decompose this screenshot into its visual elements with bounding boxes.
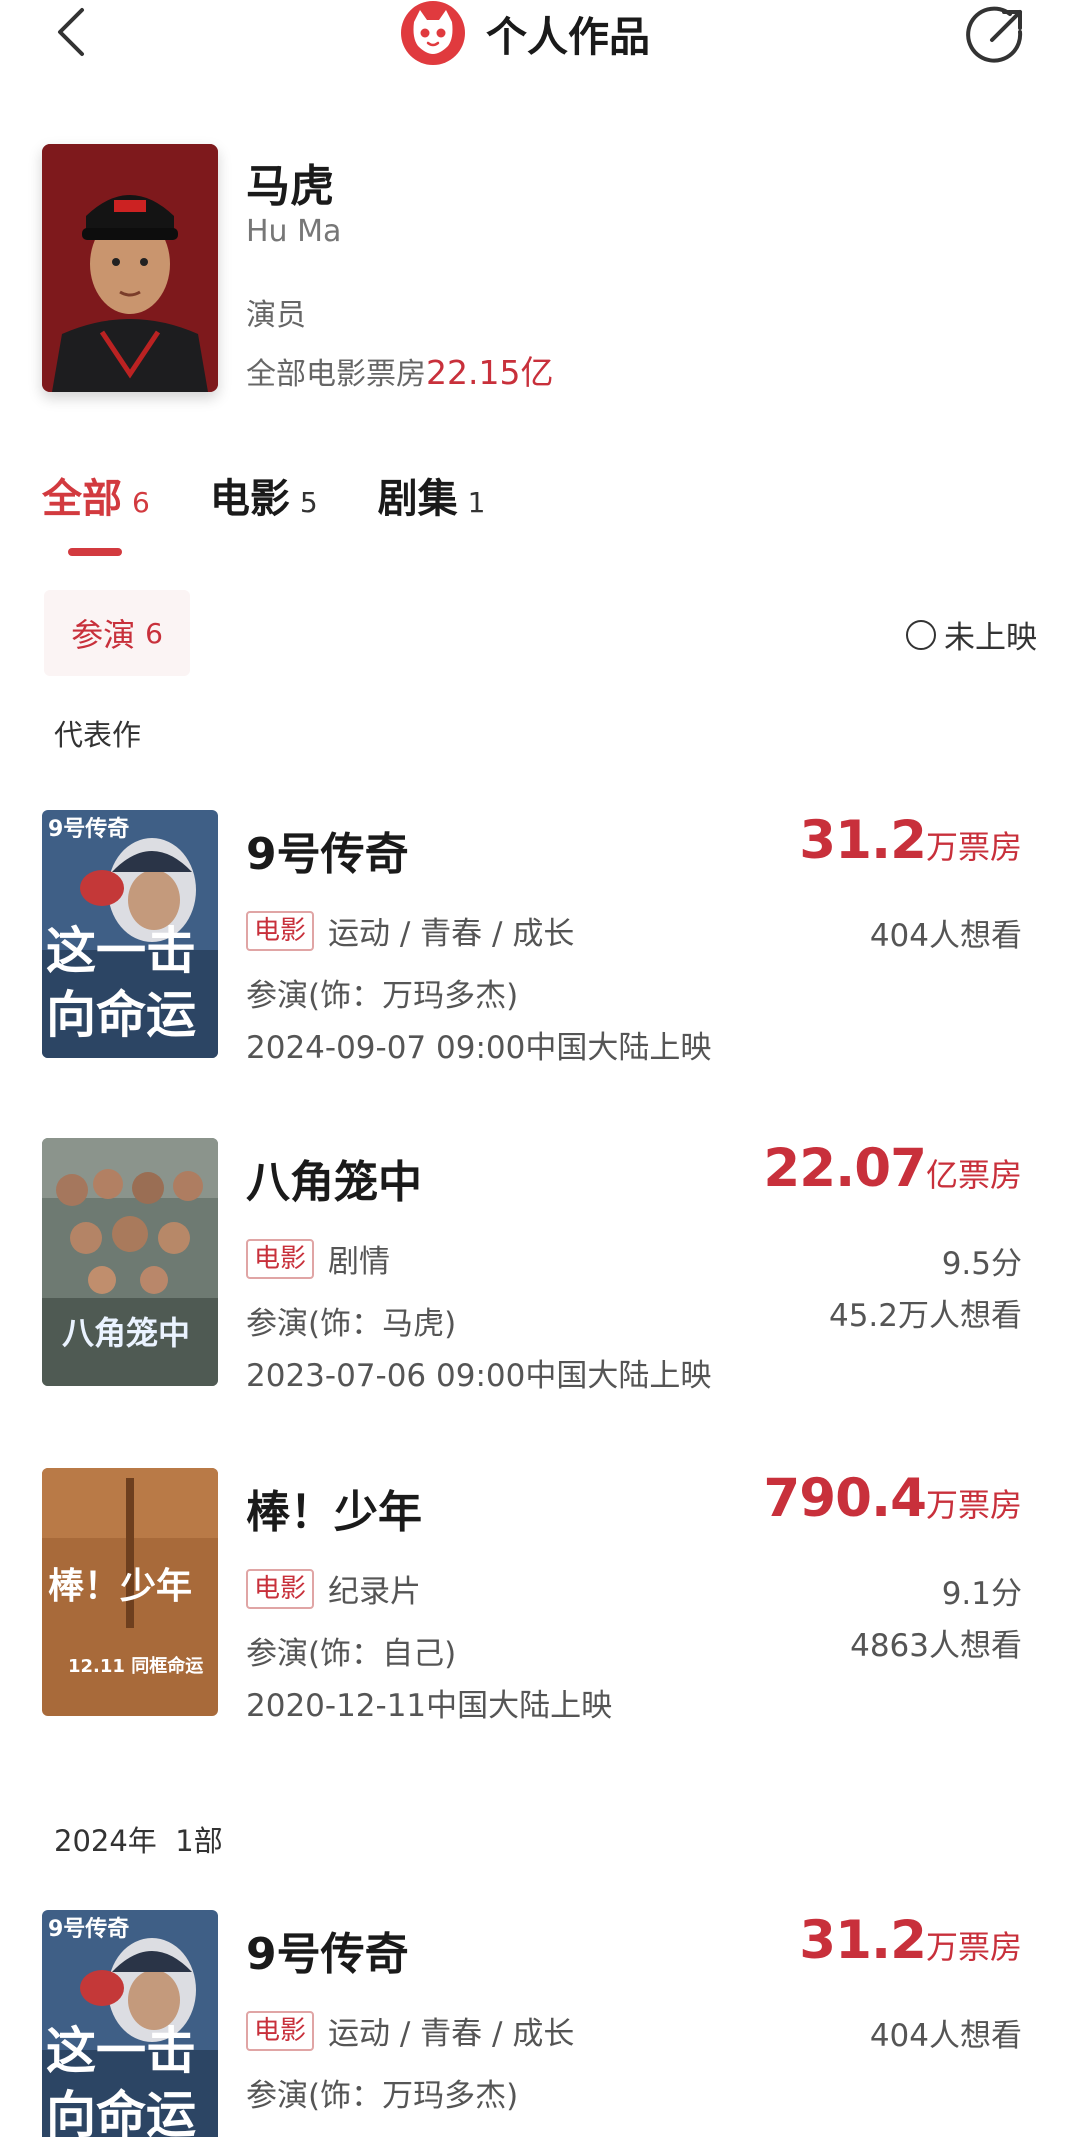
movie-meta: 电影 剧情	[246, 1236, 390, 1281]
actor-role: 演员	[246, 298, 306, 333]
tab-movies-count: 5	[299, 486, 318, 519]
poster-slogan-1: 这一击	[46, 2022, 196, 2080]
movie-release: 2020-12-11中国大陆上映	[246, 1688, 613, 1724]
unreleased-label: 未上映	[944, 620, 1037, 656]
tab-active-indicator	[68, 548, 122, 556]
poster-title-text: 八角笼中	[62, 1314, 190, 1352]
poster-title-text: 9号传奇	[48, 816, 129, 842]
tab-series[interactable]: 剧集 1	[378, 466, 486, 524]
movie-genre: 剧情	[328, 1244, 391, 1280]
movie-score: 9.1分	[941, 1576, 1022, 1612]
movie-meta: 电影 运动 / 青春 / 成长	[246, 2008, 574, 2053]
boxoffice-unit: 万票房	[925, 828, 1022, 866]
movie-role: 参演(饰：自己)	[246, 1636, 457, 1672]
avatar[interactable]	[42, 144, 218, 392]
movie-card[interactable]: 9号传奇 这一击 向命运 9号传奇 31.2 万票房 电影 运动 / 青春 / …	[0, 1910, 1080, 2137]
movie-meta: 电影 运动 / 青春 / 成长	[246, 908, 574, 953]
movie-stat-1: 404人想看	[869, 2018, 1022, 2054]
movie-boxoffice: 31.2 万票房	[799, 1910, 1022, 1971]
movie-wish-count: 4863人想看	[850, 1628, 1022, 1664]
movie-poster: 9号传奇 这一击 向命运	[42, 810, 218, 1058]
tab-series-count: 1	[467, 486, 486, 519]
movie-card[interactable]: 9号传奇 这一击 向命运 9号传奇 31.2 万票房 电影 运动 / 青春 / …	[0, 810, 1080, 1066]
movie-poster: 棒！少年 12.11 同框命运	[42, 1468, 218, 1716]
movie-role: 参演(饰：马虎)	[246, 1306, 457, 1342]
tab-all[interactable]: 全部 6	[42, 466, 150, 524]
unreleased-toggle[interactable]: 未上映	[906, 612, 1037, 657]
boxoffice-number: 790.4	[763, 1468, 927, 1529]
cat-logo-icon	[400, 0, 466, 66]
type-tag: 电影	[246, 2010, 315, 2051]
movie-poster: 八角笼中	[42, 1138, 218, 1386]
boxoffice-unit: 亿票房	[925, 1156, 1022, 1194]
actor-english-name: Hu Ma	[246, 214, 342, 249]
movie-boxoffice: 790.4 万票房	[763, 1468, 1022, 1529]
type-tag: 电影	[246, 1238, 315, 1279]
type-tag: 电影	[246, 1568, 315, 1609]
filter-chip-label: 参演	[71, 616, 136, 654]
movie-boxoffice: 22.07 亿票房	[763, 1138, 1022, 1199]
tab-series-label: 剧集	[377, 476, 458, 522]
poster-slogan-2: 向命运	[46, 2086, 196, 2137]
movie-title: 9号传奇	[246, 829, 409, 880]
tab-movies-label: 电影	[209, 476, 290, 522]
total-boxoffice-value: 22.15亿	[426, 353, 554, 392]
filter-chip-count: 6	[145, 616, 163, 650]
top-bar: 个人作品	[0, 0, 1080, 90]
movie-release: 2023-07-06 09:00中国大陆上映	[246, 1358, 712, 1394]
boxoffice-number: 31.2	[799, 810, 927, 871]
movie-meta: 电影 纪录片	[246, 1566, 421, 1611]
section-representative: 代表作	[54, 718, 142, 752]
movie-genre: 运动 / 青春 / 成长	[328, 916, 575, 952]
movie-release: 2024-09-07 09:00中国大陆上映	[246, 1030, 712, 1066]
movie-card[interactable]: 八角笼中 八角笼中 22.07 亿票房 电影 剧情 9.5分 45.2万人想看 …	[0, 1138, 1080, 1394]
poster-title-text: 棒！少年	[48, 1566, 192, 1607]
movie-title: 9号传奇	[246, 1929, 409, 1980]
tab-movies[interactable]: 电影 5	[210, 466, 318, 524]
tab-all-label: 全部	[42, 476, 122, 522]
movie-role: 参演(饰：万玛多杰)	[246, 978, 519, 1014]
total-boxoffice-label: 全部电影票房	[246, 357, 426, 392]
actor-name: 马虎	[246, 161, 334, 212]
boxoffice-number: 31.2	[799, 1910, 927, 1971]
works-tabs: 全部 6 电影 5 剧集 1	[42, 466, 545, 526]
boxoffice-unit: 万票房	[925, 1928, 1022, 1966]
movie-role: 参演(饰：万玛多杰)	[246, 2078, 519, 2114]
poster-slogan-2: 向命运	[46, 986, 196, 1044]
movie-title: 八角笼中	[246, 1157, 422, 1208]
boxoffice-unit: 万票房	[925, 1486, 1022, 1524]
page-title: 个人作品	[486, 13, 650, 61]
tab-all-count: 6	[132, 486, 150, 519]
movie-wish-count: 45.2万人想看	[828, 1298, 1022, 1334]
movie-score: 9.5分	[941, 1246, 1022, 1282]
movie-card[interactable]: 棒！少年 12.11 同框命运 棒！少年 790.4 万票房 电影 纪录片 9.…	[0, 1468, 1080, 1724]
poster-date-text: 12.11 同框命运	[68, 1655, 203, 1677]
header-title-group: 个人作品	[400, 0, 650, 66]
movie-title: 棒！少年	[246, 1487, 422, 1538]
movie-genre: 运动 / 青春 / 成长	[328, 2016, 575, 2052]
share-icon[interactable]	[964, 4, 1028, 68]
movie-stat-1: 404人想看	[869, 918, 1022, 954]
movie-boxoffice: 31.2 万票房	[799, 810, 1022, 871]
filter-chip-acting[interactable]: 参演 6	[44, 590, 190, 676]
radio-circle-icon	[906, 619, 936, 650]
type-tag: 电影	[246, 910, 315, 951]
boxoffice-number: 22.07	[763, 1138, 927, 1199]
total-boxoffice: 全部电影票房 22.15亿	[246, 346, 553, 394]
poster-title-text: 9号传奇	[48, 1916, 129, 1942]
section-year-2024: 2024年 1部	[54, 1818, 223, 1860]
year-label: 2024年	[54, 1824, 157, 1858]
back-icon[interactable]	[44, 2, 104, 62]
year-count: 1部	[175, 1824, 223, 1858]
movie-genre: 纪录片	[328, 1574, 422, 1610]
poster-slogan-1: 这一击	[46, 922, 196, 980]
movie-poster: 9号传奇 这一击 向命运	[42, 1910, 218, 2137]
